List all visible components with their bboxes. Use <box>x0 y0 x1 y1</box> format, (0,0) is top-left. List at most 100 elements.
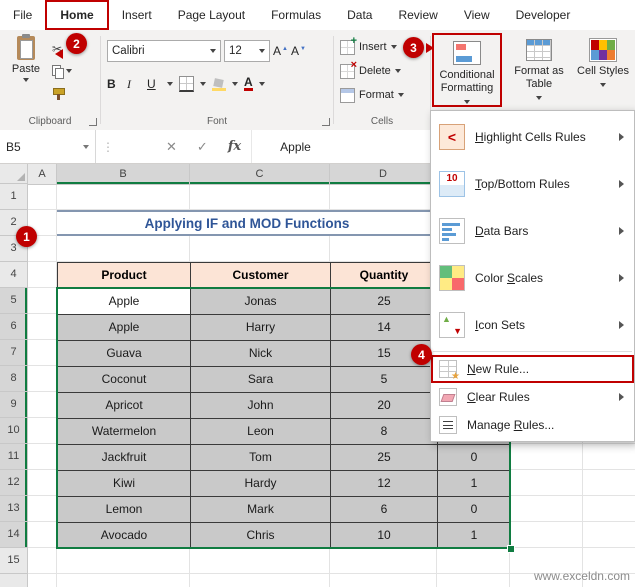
cell[interactable]: 5 <box>331 367 438 393</box>
increase-font-size-button[interactable]: A <box>273 44 288 58</box>
row-header-11[interactable]: 11 <box>0 444 27 470</box>
cell[interactable]: Apple <box>58 315 191 341</box>
row-header-12[interactable]: 12 <box>0 470 27 496</box>
cell[interactable]: 0 <box>438 445 511 471</box>
cell[interactable]: Guava <box>58 341 191 367</box>
row-header-10[interactable]: 10 <box>0 418 27 444</box>
cell[interactable]: John <box>191 393 331 419</box>
table-header-quantity[interactable]: Quantity <box>331 263 438 289</box>
row-header-4[interactable]: 4 <box>0 262 27 288</box>
italic-button[interactable]: I <box>127 77 141 92</box>
tab-data[interactable]: Data <box>334 2 385 28</box>
fill-handle[interactable] <box>507 545 515 553</box>
row-header-7[interactable]: 7 <box>0 340 27 366</box>
cell[interactable]: Jonas <box>191 289 331 315</box>
row-header-9[interactable]: 9 <box>0 392 27 418</box>
font-dialog-launcher-icon[interactable] <box>322 118 330 126</box>
borders-icon[interactable] <box>179 76 194 92</box>
menu-item-data-bars[interactable]: Data Bars <box>431 207 634 254</box>
format-cells-button[interactable]: Format <box>340 86 404 104</box>
cell[interactable]: Jackfruit <box>58 445 191 471</box>
cell[interactable]: 10 <box>331 523 438 549</box>
column-header-a[interactable]: A <box>28 164 57 184</box>
format-as-table-button[interactable]: Format as Table <box>508 33 570 107</box>
cell[interactable]: 0 <box>438 497 511 523</box>
tab-view[interactable]: View <box>451 2 503 28</box>
cell[interactable]: Lemon <box>58 497 191 523</box>
cell[interactable]: Hardy <box>191 471 331 497</box>
column-header-b[interactable]: B <box>57 164 190 184</box>
cancel-icon[interactable]: ✕ <box>156 139 187 155</box>
cell-styles-button[interactable]: Cell Styles <box>574 33 632 107</box>
chevron-down-icon <box>232 82 238 86</box>
cell[interactable]: Harry <box>191 315 331 341</box>
conditional-formatting-button[interactable]: Conditional Formatting <box>432 33 502 107</box>
row-header-1[interactable]: 1 <box>0 184 27 210</box>
tab-formulas[interactable]: Formulas <box>258 2 334 28</box>
tab-home[interactable]: Home <box>45 0 109 30</box>
row-header-8[interactable]: 8 <box>0 366 27 392</box>
cell[interactable]: Apricot <box>58 393 191 419</box>
menu-item-new-rule[interactable]: New Rule... <box>431 355 634 383</box>
paste-button[interactable]: Paste <box>8 34 44 106</box>
active-cell[interactable]: Apple <box>58 289 191 315</box>
tab-review[interactable]: Review <box>385 2 450 28</box>
cell[interactable]: 25 <box>331 445 438 471</box>
select-all-corner[interactable] <box>0 164 28 184</box>
tab-insert[interactable]: Insert <box>109 2 165 28</box>
table-header-customer[interactable]: Customer <box>191 263 331 289</box>
row-header-5[interactable]: 5 <box>0 288 27 314</box>
row-header-13[interactable]: 13 <box>0 496 27 522</box>
copy-button[interactable] <box>52 62 92 80</box>
cell[interactable]: 1 <box>438 471 511 497</box>
cell[interactable]: Nick <box>191 341 331 367</box>
menu-item-clear-rules[interactable]: Clear Rules <box>431 383 634 411</box>
tab-file[interactable]: File <box>0 2 45 28</box>
font-name-select[interactable]: Calibri <box>107 40 221 62</box>
cell[interactable]: Tom <box>191 445 331 471</box>
font-color-icon[interactable]: A <box>244 76 253 91</box>
tab-developer[interactable]: Developer <box>503 2 584 28</box>
row-header-14[interactable]: 14 <box>0 522 27 548</box>
font-size-select[interactable]: 12 <box>224 40 270 62</box>
enter-icon[interactable]: ✓ <box>187 139 218 155</box>
row-header-15[interactable]: 15 <box>0 548 27 574</box>
sheet-title-cell[interactable]: Applying IF and MOD Functions <box>57 210 437 236</box>
menu-item-icon-sets[interactable]: Icon Sets <box>431 301 634 348</box>
tab-page-layout[interactable]: Page Layout <box>165 2 258 28</box>
menu-item-color-scales[interactable]: Color Scales <box>431 254 634 301</box>
cell[interactable]: 1 <box>438 523 511 549</box>
cell[interactable]: 6 <box>331 497 438 523</box>
insert-function-icon[interactable]: fx <box>218 139 251 154</box>
insert-cells-button[interactable]: Insert <box>340 35 397 56</box>
table-header-product[interactable]: Product <box>58 263 191 289</box>
cell[interactable]: 12 <box>331 471 438 497</box>
cell[interactable]: 20 <box>331 393 438 419</box>
cell[interactable]: Coconut <box>58 367 191 393</box>
cell[interactable]: 8 <box>331 419 438 445</box>
underline-button[interactable]: U <box>147 77 161 91</box>
decrease-font-size-button[interactable]: A <box>291 44 306 58</box>
column-header-d[interactable]: D <box>330 164 437 184</box>
menu-item-highlight-cells-rules[interactable]: Highlight Cells Rules <box>431 113 634 160</box>
cell[interactable]: Chris <box>191 523 331 549</box>
cell[interactable]: Avocado <box>58 523 191 549</box>
cell[interactable]: Sara <box>191 367 331 393</box>
fill-color-icon[interactable] <box>212 78 226 91</box>
delete-cells-button[interactable]: Delete <box>340 59 401 80</box>
bold-button[interactable]: B <box>107 77 121 91</box>
cell[interactable]: 25 <box>331 289 438 315</box>
cell[interactable]: Mark <box>191 497 331 523</box>
menu-item-manage-rules[interactable]: Manage Rules... <box>431 411 634 439</box>
row-header-6[interactable]: 6 <box>0 314 27 340</box>
menu-item-top-bottom-rules[interactable]: Top/Bottom Rules <box>431 160 634 207</box>
format-painter-button[interactable] <box>52 84 92 102</box>
cell[interactable]: 14 <box>331 315 438 341</box>
cell[interactable]: Leon <box>191 419 331 445</box>
clipboard-dialog-launcher-icon[interactable] <box>89 118 97 126</box>
cell[interactable]: Watermelon <box>58 419 191 445</box>
cell[interactable]: Kiwi <box>58 471 191 497</box>
name-box[interactable]: B5 <box>0 130 96 163</box>
chevron-down-icon <box>536 96 542 101</box>
column-header-c[interactable]: C <box>190 164 330 184</box>
